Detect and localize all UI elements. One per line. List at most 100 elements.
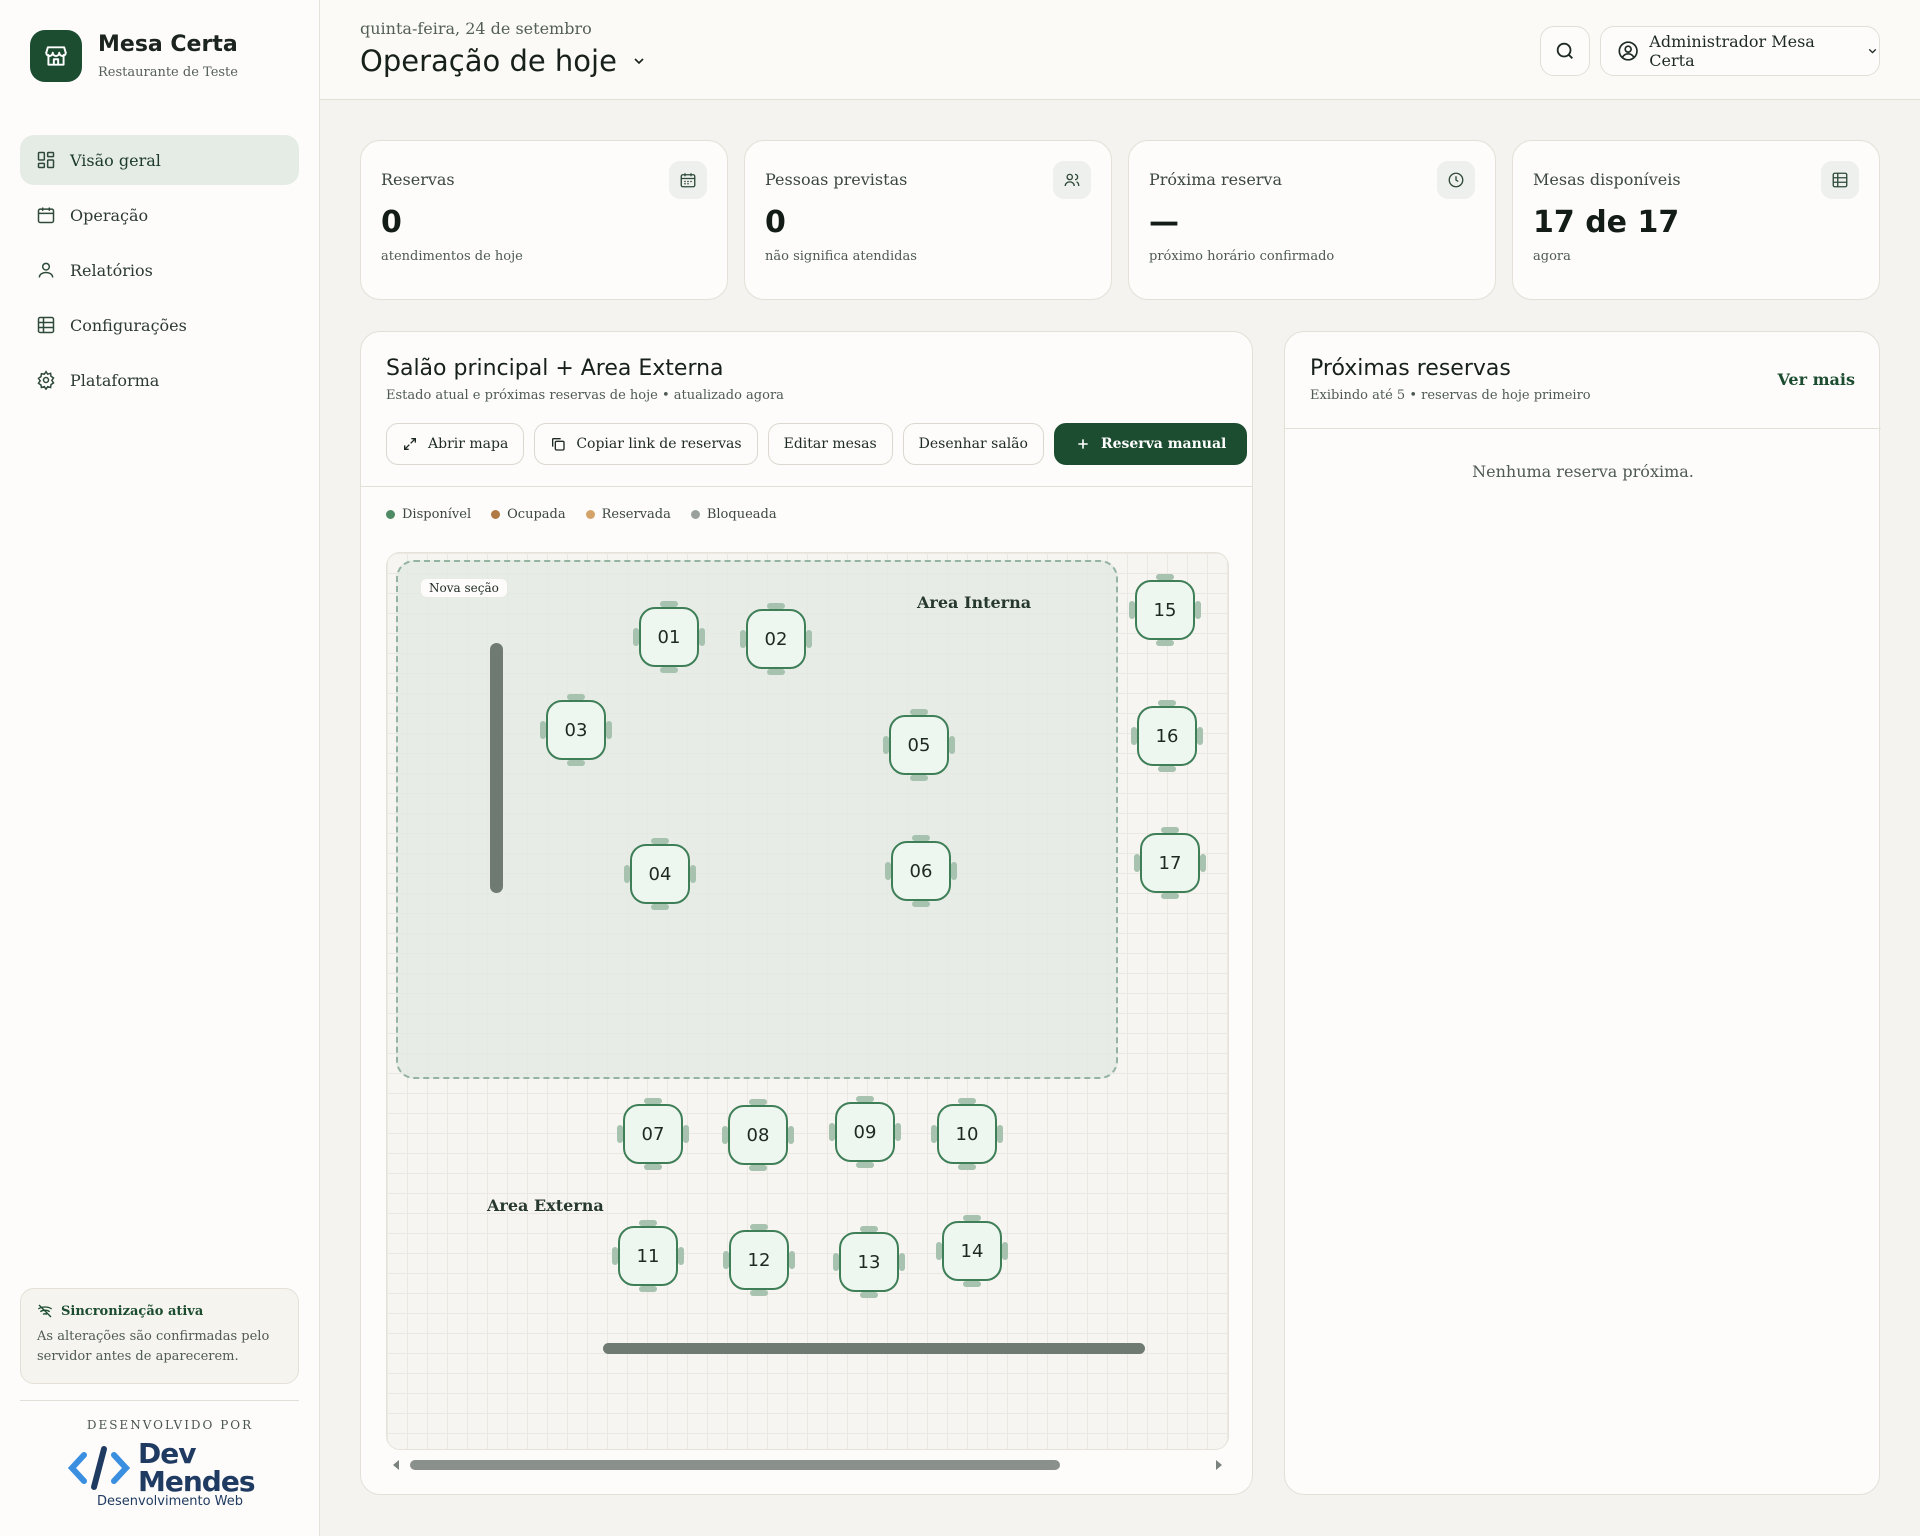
wall-horizontal[interactable] [603, 1343, 1145, 1354]
sidebar-item-label: Plataforma [70, 370, 160, 390]
table-15[interactable]: 15 [1129, 574, 1201, 646]
table-03[interactable]: 03 [540, 694, 612, 766]
stat-sub: atendimentos de hoje [381, 249, 523, 264]
table-01[interactable]: 01 [633, 601, 705, 673]
table-12[interactable]: 12 [723, 1224, 795, 1296]
table-08[interactable]: 08 [722, 1099, 794, 1171]
scroll-right-icon[interactable] [1213, 1455, 1225, 1475]
header-date: quinta-feira, 24 de setembro [360, 19, 592, 38]
sidebar-item-plataforma[interactable]: Plataforma [20, 355, 299, 405]
table-number: 01 [639, 607, 699, 667]
page-title-dropdown[interactable]: Operação de hoje [360, 44, 647, 78]
sidebar-item-configuracoes[interactable]: Configurações [20, 300, 299, 350]
see-more-link[interactable]: Ver mais [1777, 370, 1855, 389]
floor-toolbar: Abrir mapa Copiar link de reservas Edita… [386, 423, 1248, 465]
legend-dot [585, 510, 595, 519]
sidebar-item-relatorios[interactable]: Relatórios [20, 245, 299, 295]
expand-icon [404, 438, 416, 450]
brand[interactable]: Mesa Certa Restaurante de Teste [30, 30, 238, 82]
sidebar-nav: Visão geral Operação Relatórios Configur… [20, 135, 299, 410]
wall-vertical[interactable] [490, 643, 503, 893]
table-number: 03 [546, 700, 606, 760]
sidebar-item-visao-geral[interactable]: Visão geral [20, 135, 299, 185]
status-legend: Disponível Ocupada Reservada Bloqueada [386, 507, 777, 522]
table-04[interactable]: 04 [624, 838, 696, 910]
user-name: Administrador Mesa Certa [1649, 32, 1815, 70]
legend-label: Disponível [402, 507, 472, 522]
table-icon [1821, 161, 1859, 199]
stat-sub: agora [1533, 249, 1571, 264]
brand-subtitle: Restaurante de Teste [98, 65, 238, 80]
store-icon [30, 30, 82, 82]
gear-icon [37, 370, 55, 390]
table-number: 06 [891, 841, 951, 901]
user-icon [38, 262, 54, 278]
table-05[interactable]: 05 [883, 709, 955, 781]
table-number: 15 [1135, 580, 1195, 640]
calendar-icon [669, 161, 707, 199]
dev-tagline: Desenvolvimento Web [96, 1494, 243, 1509]
table-number: 07 [623, 1104, 683, 1164]
sidebar-item-operacao[interactable]: Operação [20, 190, 299, 240]
dev-mendes-logo[interactable]: Dev Mendes [68, 1440, 255, 1496]
sidebar-divider [20, 1400, 299, 1401]
table-02[interactable]: 02 [740, 603, 812, 675]
manual-booking-button[interactable]: Reserva manual [1053, 423, 1248, 465]
draw-room-button[interactable]: Desenhar salão [902, 423, 1044, 465]
table-icon [37, 316, 55, 334]
table-17[interactable]: 17 [1134, 827, 1206, 899]
edit-tables-label: Editar mesas [783, 436, 877, 452]
sidebar-item-label: Visão geral [70, 150, 161, 170]
table-14[interactable]: 14 [936, 1215, 1008, 1287]
page-title: Operação de hoje [360, 44, 617, 78]
stat-label: Mesas disponíveis [1533, 170, 1681, 189]
area-label-externa: Area Externa [487, 1196, 604, 1215]
table-number: 05 [889, 715, 949, 775]
empty-state-text: Nenhuma reserva próxima. [1472, 462, 1694, 481]
floor-title: Salão principal + Area Externa [386, 356, 724, 381]
upcoming-subtitle: Exibindo até 5 • reservas de hoje primei… [1310, 388, 1591, 403]
table-11[interactable]: 11 [612, 1220, 684, 1292]
stat-value: 17 de 17 [1533, 205, 1680, 240]
legend-label: Bloqueada [706, 507, 777, 522]
chevron-down-icon [634, 58, 644, 65]
scrollbar-thumb[interactable] [410, 1460, 1060, 1470]
sidebar-item-label: Operação [70, 205, 149, 225]
search-button[interactable] [1540, 26, 1590, 76]
legend-item-ocupada: Ocupada [491, 507, 566, 522]
table-number: 11 [618, 1226, 678, 1286]
table-number: 12 [729, 1230, 789, 1290]
dashboard-icon [37, 151, 55, 169]
table-09[interactable]: 09 [829, 1096, 901, 1168]
sync-icon [37, 1304, 53, 1318]
legend-label: Reservada [601, 507, 671, 522]
table-06[interactable]: 06 [885, 835, 957, 907]
sync-title: Sincronização ativa [61, 1303, 204, 1319]
chevron-down-icon [1868, 48, 1877, 54]
table-10[interactable]: 10 [931, 1098, 1003, 1170]
open-map-label: Abrir mapa [428, 436, 509, 452]
table-16[interactable]: 16 [1131, 700, 1203, 772]
user-menu-button[interactable]: Administrador Mesa Certa [1600, 26, 1880, 76]
draw-room-label: Desenhar salão [918, 436, 1028, 452]
table-07[interactable]: 07 [617, 1098, 689, 1170]
table-number: 14 [942, 1221, 1002, 1281]
canvas-scrollbar[interactable] [386, 1455, 1229, 1475]
table-number: 13 [839, 1232, 899, 1292]
table-number: 10 [937, 1104, 997, 1164]
sidebar-item-label: Relatórios [70, 260, 153, 280]
stat-label: Reservas [381, 170, 455, 189]
table-number: 16 [1137, 706, 1197, 766]
stat-card-proxima: Próxima reserva — próximo horário confir… [1128, 140, 1496, 300]
section-tag: Nova seção [421, 579, 507, 597]
legend-item-bloqueada: Bloqueada [690, 507, 777, 522]
table-13[interactable]: 13 [833, 1226, 905, 1298]
edit-tables-button[interactable]: Editar mesas [767, 423, 893, 465]
scroll-left-icon[interactable] [390, 1455, 402, 1475]
floor-canvas[interactable]: Nova seção Area Interna Area Externa 01 … [386, 552, 1229, 1450]
legend-label: Ocupada [507, 507, 566, 522]
open-map-button[interactable]: Abrir mapa [386, 423, 525, 465]
stat-value: — [1149, 205, 1179, 240]
copy-link-button[interactable]: Copiar link de reservas [534, 423, 758, 465]
sidebar-item-label: Configurações [70, 315, 187, 335]
